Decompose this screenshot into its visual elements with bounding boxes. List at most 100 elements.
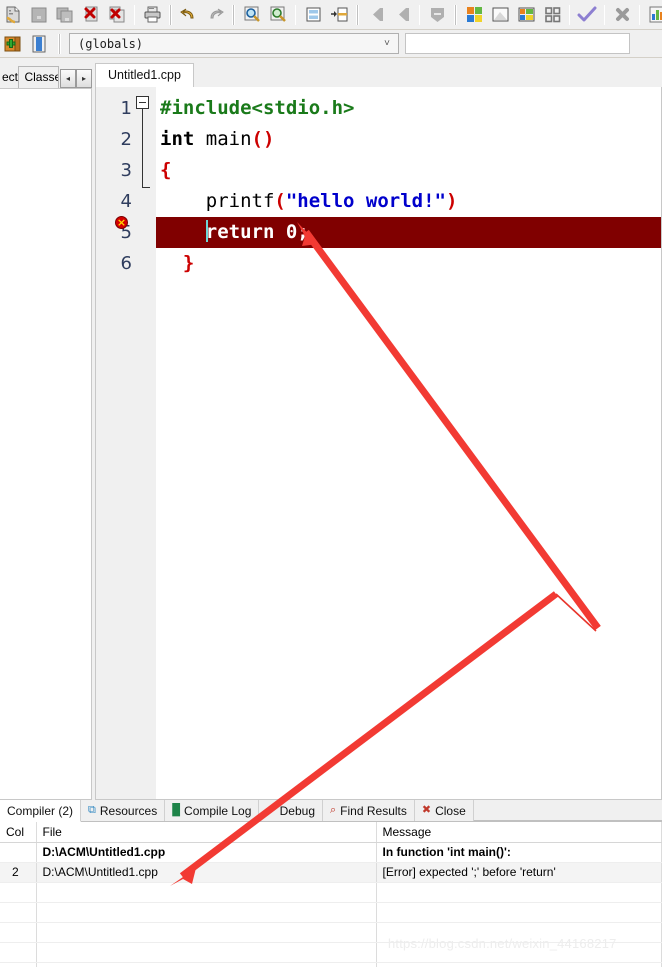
code-line[interactable]: } — [156, 248, 661, 279]
code-token: printf — [160, 190, 275, 212]
close-all-files-icon[interactable] — [104, 2, 130, 28]
cell-col — [0, 882, 37, 903]
editor-tab-untitled1[interactable]: Untitled1.cpp — [95, 63, 194, 88]
code-token: int — [160, 128, 195, 150]
goto-line-icon[interactable] — [300, 2, 326, 28]
toggle-bookmark-icon[interactable] — [424, 2, 450, 28]
code-token: ( — [274, 190, 286, 212]
bottom-tab-compiler[interactable]: Compiler (2) — [0, 800, 82, 822]
bottom-tab-compiler-label: Compiler (2) — [7, 803, 74, 818]
cell-file — [36, 882, 377, 903]
bottom-tab-close-icon: ✖ — [421, 804, 432, 816]
cell-col — [0, 902, 37, 923]
print-icon[interactable] — [139, 2, 165, 28]
book-icon[interactable] — [26, 31, 52, 57]
column-header-col[interactable]: Col — [0, 822, 37, 843]
cell-col — [0, 942, 37, 963]
find-replace-icon[interactable] — [265, 2, 291, 28]
cell-file — [36, 902, 377, 923]
cell-message — [376, 902, 662, 923]
add-to-project-icon[interactable] — [0, 31, 26, 57]
main-toolbar: T — [0, 0, 662, 30]
table-row[interactable]: 2 D:\ACM\Untitled1.cpp [Error] expected ';… — [0, 862, 662, 883]
compile-and-run-icon[interactable] — [513, 2, 539, 28]
find-icon[interactable] — [239, 2, 265, 28]
code-token: { — [160, 159, 172, 181]
column-header-message[interactable]: Message — [376, 822, 662, 843]
goto-function-icon[interactable] — [326, 2, 352, 28]
cell-file: D:\ACM\Untitled1.cpp — [36, 842, 377, 863]
code-line[interactable]: #include<stdio.h> — [156, 93, 661, 124]
cell-message — [376, 962, 662, 967]
code-line[interactable]: { — [156, 155, 661, 186]
bottom-tab-close[interactable]: ✖ Close — [414, 800, 474, 821]
bottom-tabbar-filler — [473, 800, 662, 821]
code-editor[interactable]: 123456 #include<stdio.h>int main(){ prin… — [95, 87, 662, 800]
code-token: #include<stdio.h> — [160, 97, 355, 119]
code-token: ) — [446, 190, 458, 212]
table-header-row: Col File Message — [0, 822, 662, 843]
rebuild-all-icon[interactable] — [539, 2, 565, 28]
cell-message — [376, 882, 662, 903]
column-header-file[interactable]: File — [36, 822, 377, 843]
table-row[interactable]: D:\ACM\Untitled1.cpp In function 'int mai… — [0, 842, 662, 863]
save-file-icon[interactable] — [26, 2, 52, 28]
code-token: "hello world!" — [285, 190, 446, 212]
chevron-down-icon[interactable]: ˅ — [378, 38, 396, 50]
scroll-right-icon[interactable]: ▸ — [76, 69, 92, 88]
toolbar-separator — [419, 4, 420, 25]
bottom-tab-resources-label: Resources — [99, 803, 158, 818]
new-file-icon[interactable] — [0, 2, 26, 28]
close-file-icon[interactable] — [78, 2, 104, 28]
cell-message: [Error] expected ';' before 'return' — [376, 862, 662, 883]
scope-combo-secondary[interactable] — [405, 33, 630, 54]
bottom-tab-close-label: Close — [435, 803, 466, 818]
code-line-error[interactable]: return 0; — [156, 217, 661, 248]
save-all-icon[interactable] — [52, 2, 78, 28]
cell-file — [36, 942, 377, 963]
scope-toolbar: (globals) ˅ — [0, 30, 662, 58]
scope-combo[interactable]: (globals) ˅ — [69, 33, 399, 54]
scroll-left-icon[interactable]: ◂ — [60, 69, 76, 88]
profile-analysis-icon[interactable] — [644, 2, 662, 28]
project-panel[interactable] — [0, 88, 92, 800]
table-row[interactable] — [0, 902, 662, 923]
sidebar-tab-classes[interactable]: Classe — [18, 66, 59, 88]
bottom-tab-compile-log-icon: █ — [172, 804, 181, 816]
dev-cpp-window: T (globals) ˅ ect — [0, 0, 662, 967]
cell-file: D:\ACM\Untitled1.cpp — [36, 862, 377, 883]
cell-col — [0, 962, 37, 967]
toolbar-separator — [232, 4, 235, 25]
toolbar-separator — [356, 4, 359, 25]
bottom-tab-resources[interactable]: ⧉ Resources — [81, 800, 166, 821]
line-number: 6 — [120, 253, 132, 274]
run-icon[interactable] — [487, 2, 513, 28]
bottom-tab-debug[interactable]: ✔ Debug — [259, 800, 323, 821]
cell-col: 2 — [0, 862, 37, 883]
forward-icon[interactable] — [389, 2, 415, 28]
fold-toggle-icon[interactable] — [136, 96, 149, 109]
compile-icon[interactable] — [461, 2, 487, 28]
code-token: 0; — [285, 221, 309, 243]
redo-icon[interactable] — [202, 2, 228, 28]
cell-col — [0, 842, 37, 863]
back-icon[interactable] — [363, 2, 389, 28]
fold-guide-line — [142, 109, 143, 188]
editor-tabbar: Untitled1.cpp — [95, 58, 662, 88]
table-row[interactable] — [0, 962, 662, 967]
table-row[interactable] — [0, 882, 662, 903]
bottom-tab-debug-label: Debug — [279, 803, 315, 818]
bottom-tab-compile-log[interactable]: █ Compile Log — [165, 800, 260, 821]
line-number: 3 — [120, 160, 132, 181]
code-line[interactable]: printf("hello world!") — [156, 186, 661, 217]
syntax-check-icon[interactable] — [574, 2, 600, 28]
stop-execution-icon[interactable] — [609, 2, 635, 28]
cell-message: In function 'int main()': — [376, 842, 662, 863]
line-number: 4 — [120, 191, 132, 212]
sidebar-tab-project[interactable]: ect — [0, 67, 18, 88]
undo-icon[interactable] — [176, 2, 202, 28]
code-line[interactable]: int main() — [156, 124, 661, 155]
error-marker-icon[interactable] — [115, 216, 128, 229]
bottom-tab-find-results[interactable]: ⌕ Find Results — [323, 800, 415, 821]
